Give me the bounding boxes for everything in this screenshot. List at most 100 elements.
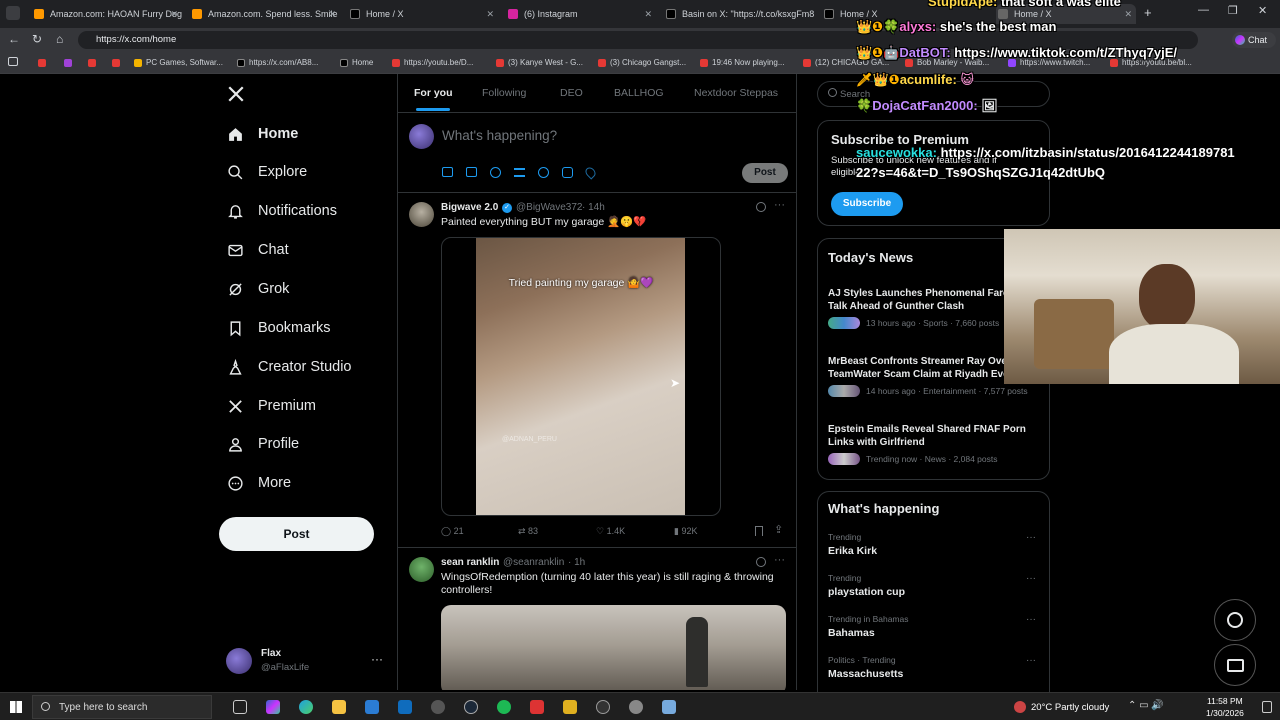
weather-text[interactable]: 20°C Partly cloudy <box>1031 702 1109 713</box>
media-icon[interactable] <box>442 167 453 177</box>
tab-for-you[interactable]: For you <box>414 87 453 99</box>
tweet-author-name[interactable]: Bigwave 2.0 <box>441 202 498 213</box>
nav-profile[interactable]: Profile <box>227 432 299 456</box>
composer-input[interactable]: What's happening? <box>442 128 557 143</box>
windows-start-icon[interactable] <box>10 701 22 713</box>
tab-ballhog[interactable]: BALLHOG <box>614 87 664 99</box>
clock-date[interactable]: 1/30/2026 <box>1206 708 1244 718</box>
account-switcher[interactable]: Flax @aFlaxLife ··· <box>226 646 386 676</box>
restore-icon[interactable]: ❐ <box>1228 4 1238 17</box>
gif-icon[interactable] <box>466 167 477 177</box>
repost-button[interactable]: ⇄ 83 <box>518 526 538 537</box>
bookmarks-menu-icon[interactable] <box>8 57 18 66</box>
grok-compose-icon[interactable] <box>490 167 501 178</box>
reply-button[interactable]: ◯ 21 <box>441 526 464 537</box>
trend-item[interactable]: Politics · Trending Massachusetts ··· <box>828 655 1043 680</box>
bookmark-home[interactable]: Home <box>340 56 373 70</box>
task-view-icon[interactable] <box>233 700 247 714</box>
more-dots-icon[interactable]: ··· <box>1026 614 1036 625</box>
reload-icon[interactable]: ↻ <box>32 32 42 46</box>
views-button[interactable]: ▮ 92K <box>674 526 697 537</box>
nav-chat[interactable]: Chat <box>227 238 289 262</box>
tweet-author-handle[interactable]: @seanranklin <box>503 557 564 568</box>
file-explorer-icon[interactable] <box>332 700 346 714</box>
tray-icons[interactable]: ⌃ ▭ 🔊 <box>1128 700 1164 711</box>
bookmark-kanye[interactable]: (3) Kanye West - G... <box>496 56 583 70</box>
chat-button[interactable]: Chat <box>1232 32 1276 48</box>
close-window-icon[interactable]: ✕ <box>1258 4 1267 17</box>
tweet[interactable]: sean ranklin @seanranklin · 1h ··· Wings… <box>398 548 796 690</box>
more-dots-icon[interactable]: ··· <box>1026 573 1036 584</box>
close-tab-icon[interactable]: ✕ <box>328 4 336 24</box>
nav-notifications[interactable]: Notifications <box>227 199 337 223</box>
more-dots-icon[interactable]: ··· <box>774 199 785 211</box>
tab-amazon-1[interactable]: Amazon.com: HAOAN Furry Dog ✕ <box>32 4 182 24</box>
bookmark-x-ab8[interactable]: https://x.com/AB8... <box>237 56 318 70</box>
store-icon[interactable] <box>365 700 379 714</box>
bookmark-now-playing[interactable]: 19:46 Now playing... <box>700 56 785 70</box>
minimize-icon[interactable]: — <box>1198 4 1209 16</box>
back-icon[interactable]: ← <box>8 32 20 46</box>
tab-search-icon[interactable] <box>6 6 20 20</box>
bookmark-icon-2[interactable] <box>64 59 72 67</box>
poll-icon[interactable] <box>514 168 525 177</box>
more-dots-icon[interactable]: ··· <box>774 554 785 566</box>
tab-instagram[interactable]: (6) Instagram ✕ <box>506 4 656 24</box>
bookmark-chicago-1[interactable]: (3) Chicago Gangst... <box>598 56 686 70</box>
new-tab-icon[interactable]: + <box>1144 5 1152 20</box>
more-dots-icon[interactable]: ··· <box>1026 655 1036 666</box>
news-item[interactable]: Epstein Emails Reveal Shared FNAF Porn L… <box>828 423 1043 465</box>
nav-creator-studio[interactable]: Creator Studio <box>227 355 352 379</box>
bookmark-pc-games[interactable]: PC Games, Softwar... <box>134 56 223 70</box>
close-tab-icon[interactable]: ✕ <box>1124 4 1132 24</box>
composer-post-button[interactable]: Post <box>742 163 788 183</box>
location-icon[interactable] <box>583 165 598 180</box>
tweet-time[interactable]: · 1h <box>568 557 585 568</box>
tweet[interactable]: Bigwave 2.0 ✓ @BigWave372 · 14h ··· Pain… <box>398 193 796 547</box>
bookmark-icon-3[interactable] <box>88 59 96 67</box>
trend-item[interactable]: Trending in Bahamas Bahamas ··· <box>828 614 1043 639</box>
trend-item[interactable]: Trending Erika Kirk ··· <box>828 532 1043 557</box>
notifications-icon[interactable] <box>1262 701 1272 713</box>
grok-fab[interactable] <box>1214 599 1256 641</box>
taskbar-search[interactable]: Type here to search <box>32 695 212 719</box>
tab-home-x-1[interactable]: Home / X ✕ <box>348 4 498 24</box>
tweet-author-handle[interactable]: @BigWave372 <box>516 202 582 213</box>
obs-icon[interactable] <box>431 700 445 714</box>
copilot-icon[interactable] <box>266 700 280 714</box>
emoji-icon[interactable] <box>538 167 549 178</box>
tab-following[interactable]: Following <box>482 87 526 99</box>
close-tab-icon[interactable]: ✕ <box>486 4 494 24</box>
tab-nextdoor-steppas[interactable]: Nextdoor Steppas <box>694 87 778 99</box>
b-app-icon[interactable] <box>563 700 577 714</box>
x-logo-icon[interactable] <box>227 85 245 103</box>
close-tab-icon[interactable]: ✕ <box>644 4 652 24</box>
tweet-time[interactable]: · 14h <box>582 202 605 213</box>
bookmark-tweet-icon[interactable] <box>755 526 763 536</box>
tweet-author-name[interactable]: sean ranklin <box>441 557 499 568</box>
tab-deo[interactable]: DEO <box>560 87 583 99</box>
clock-time[interactable]: 11:58 PM <box>1207 696 1243 706</box>
spotify-icon[interactable] <box>497 700 511 714</box>
post-button[interactable]: Post <box>219 517 374 551</box>
steam-icon[interactable] <box>464 700 478 714</box>
nav-home[interactable]: Home <box>227 122 298 146</box>
grok-explain-icon[interactable] <box>756 557 766 567</box>
app-icon[interactable] <box>629 700 643 714</box>
home-icon[interactable]: ⌂ <box>56 32 63 46</box>
nav-explore[interactable]: Explore <box>227 160 307 184</box>
app-icon[interactable] <box>596 700 610 714</box>
nav-bookmarks[interactable]: Bookmarks <box>227 316 331 340</box>
tab-amazon-2[interactable]: Amazon.com. Spend less. Smile m ✕ <box>190 4 340 24</box>
trend-item[interactable]: Trending playstation cup ··· <box>828 573 1043 598</box>
edge-icon[interactable] <box>299 700 313 714</box>
tab-basin-x[interactable]: Basin on X: "https://t.co/ksxgFm8 <box>664 4 814 24</box>
grok-explain-icon[interactable] <box>756 202 766 212</box>
subscribe-button[interactable]: Subscribe <box>831 192 903 216</box>
more-dots-icon[interactable]: ··· <box>371 652 383 666</box>
close-tab-icon[interactable]: ✕ <box>170 4 178 24</box>
share-icon[interactable]: ⇪ <box>774 523 783 536</box>
outlook-icon[interactable] <box>398 700 412 714</box>
like-button[interactable]: ♡ 1.4K <box>596 526 625 537</box>
app-icon[interactable] <box>530 700 544 714</box>
